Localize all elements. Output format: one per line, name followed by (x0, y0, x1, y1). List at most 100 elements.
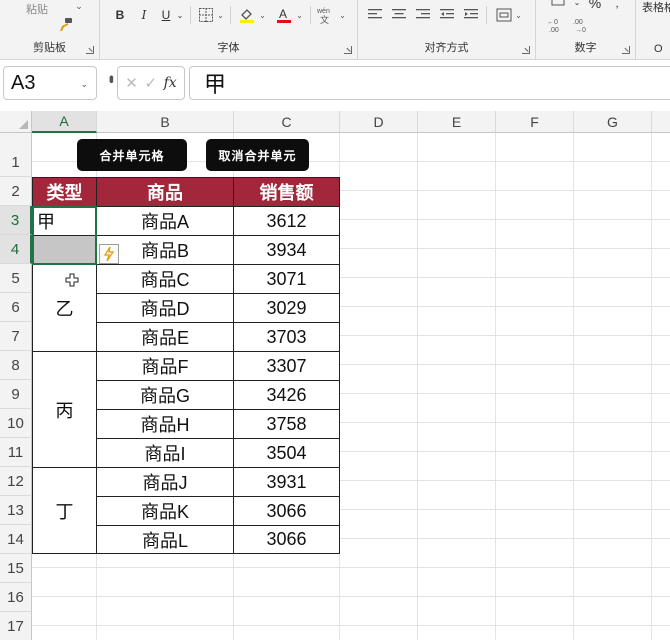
sales-cell[interactable]: 3758 (234, 410, 340, 439)
font-color-icon[interactable]: A ⌄ (272, 4, 306, 26)
row-header[interactable]: 10 (0, 409, 32, 438)
row-header[interactable]: 13 (0, 496, 32, 525)
column-header-f[interactable]: F (496, 111, 574, 133)
product-cell[interactable]: 商品C (97, 265, 234, 294)
header-product[interactable]: 商品 (97, 177, 234, 207)
formula-input[interactable]: 甲 (189, 66, 670, 100)
align-left-icon[interactable] (366, 6, 384, 24)
row-header[interactable]: 11 (0, 438, 32, 467)
copy-dropdown[interactable]: ⌄ (72, 0, 86, 12)
row-header[interactable]: 12 (0, 467, 32, 496)
row-header[interactable]: 15 (0, 554, 32, 583)
merge-center-icon[interactable]: ⌄ (492, 4, 526, 26)
row-header[interactable]: 8 (0, 351, 32, 380)
column-header-h[interactable] (652, 111, 670, 133)
product-cell[interactable]: 商品A (97, 207, 234, 236)
product-cell[interactable]: 商品G (97, 381, 234, 410)
align-center-icon[interactable] (390, 6, 408, 24)
row-header[interactable]: 5 (0, 264, 32, 293)
name-box-value: A3 (11, 71, 36, 94)
separator (310, 6, 311, 24)
header-sales[interactable]: 销售额 (234, 177, 340, 207)
name-box[interactable]: A3 ⌄ (3, 66, 97, 100)
fill-color-icon[interactable]: ⌄ (235, 4, 269, 26)
column-header-e[interactable]: E (418, 111, 496, 133)
sales-cell[interactable]: 3066 (234, 497, 340, 526)
align-right-icon[interactable] (414, 6, 432, 24)
column-header-g[interactable]: G (574, 111, 652, 133)
sales-cell[interactable]: 3703 (234, 323, 340, 352)
paste-button[interactable]: 粘贴 (22, 2, 52, 16)
sales-cell[interactable]: 3612 (234, 207, 340, 236)
decrease-indent-icon[interactable] (438, 6, 456, 24)
font-launcher-icon[interactable] (344, 46, 352, 54)
chevron-down-icon[interactable]: ⌄ (80, 79, 88, 90)
column-header-a[interactable]: A (32, 111, 97, 133)
sales-cell[interactable]: 3504 (234, 439, 340, 468)
decrease-decimal-icon[interactable]: .00 →0 (572, 16, 594, 34)
sales-cell[interactable]: 3426 (234, 381, 340, 410)
select-all-corner[interactable] (0, 111, 32, 133)
type-cell[interactable]: 甲 (32, 207, 97, 236)
phonetic-guide-icon[interactable]: wén 文 ⌄ (314, 4, 348, 26)
header-type[interactable]: 类型 (32, 177, 97, 207)
product-cell[interactable]: 商品F (97, 352, 234, 381)
sales-cell[interactable]: 3934 (234, 236, 340, 265)
percent-button[interactable]: % (586, 0, 604, 11)
number-launcher-icon[interactable] (622, 46, 630, 54)
sales-cell[interactable]: 3066 (234, 526, 340, 554)
currency-icon[interactable] (548, 0, 568, 9)
formula-bar: A3 ⌄ ••• ✕ ✓ fx 甲 (0, 63, 670, 105)
row-header[interactable]: 4 (0, 235, 32, 264)
border-icon[interactable]: ⌄ (196, 5, 226, 25)
svg-text:.00: .00 (549, 27, 559, 33)
row-header[interactable]: 9 (0, 380, 32, 409)
column-header-c[interactable]: C (234, 111, 340, 133)
clipboard-launcher-icon[interactable] (86, 46, 94, 54)
format-painter-icon[interactable] (56, 16, 76, 34)
row-header[interactable]: 6 (0, 293, 32, 322)
alignment-group: ⌄ 对齐方式 (358, 0, 536, 60)
italic-button[interactable]: I (136, 6, 152, 24)
column-header-b[interactable]: B (97, 111, 234, 133)
product-cell[interactable]: 商品L (97, 526, 234, 554)
product-cell[interactable]: 商品D (97, 294, 234, 323)
sales-cell[interactable]: 3029 (234, 294, 340, 323)
insert-function-icon[interactable]: fx (164, 75, 177, 91)
increase-indent-icon[interactable] (462, 6, 480, 24)
unmerge-cells-button[interactable]: 取消合并单元 (206, 139, 309, 171)
gridline (417, 133, 418, 640)
product-cell[interactable]: 商品E (97, 323, 234, 352)
row-header[interactable]: 3 (0, 206, 32, 235)
row-header[interactable]: 16 (0, 583, 32, 612)
flash-fill-icon[interactable] (99, 244, 119, 264)
underline-button[interactable]: U (158, 6, 174, 24)
merge-cells-button[interactable]: 合并单元格 (77, 139, 187, 171)
comma-style-icon[interactable]: , (608, 0, 626, 10)
type-cell-merged[interactable]: 丁 (32, 468, 97, 554)
row-header[interactable]: 2 (0, 177, 32, 206)
confirm-icon[interactable]: ✓ (144, 74, 157, 92)
row-header[interactable]: 14 (0, 525, 32, 554)
row-header[interactable]: 17 (0, 612, 32, 640)
product-cell[interactable]: 商品H (97, 410, 234, 439)
currency-dropdown[interactable]: ⌄ (572, 0, 582, 8)
sales-cell[interactable]: 3071 (234, 265, 340, 294)
row-header[interactable]: 1 (0, 148, 32, 177)
product-cell[interactable]: 商品K (97, 497, 234, 526)
row-header[interactable]: 7 (0, 322, 32, 351)
separator (486, 6, 487, 24)
alignment-launcher-icon[interactable] (522, 46, 530, 54)
bold-button[interactable]: B (112, 6, 128, 24)
product-cell[interactable]: 商品I (97, 439, 234, 468)
product-cell[interactable]: 商品J (97, 468, 234, 497)
svg-text:←0: ←0 (547, 19, 558, 26)
cancel-icon[interactable]: ✕ (125, 74, 138, 92)
table-format-button[interactable]: 表格格 (642, 0, 670, 14)
column-header-d[interactable]: D (340, 111, 418, 133)
type-cell-merged[interactable]: 丙 (32, 352, 97, 468)
underline-dropdown[interactable]: ⌄ (175, 6, 185, 24)
sales-cell[interactable]: 3931 (234, 468, 340, 497)
increase-decimal-icon[interactable]: ←0.00 (546, 16, 568, 34)
sales-cell[interactable]: 3307 (234, 352, 340, 381)
